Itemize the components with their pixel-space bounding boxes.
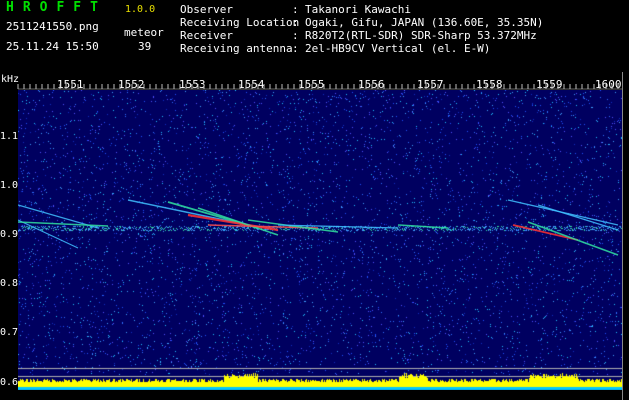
location-value: Ogaki, Gifu, JAPAN (136.60E, 35.35N) xyxy=(305,16,544,29)
spectrogram-plot xyxy=(18,90,622,390)
file-name: 2511241550.png xyxy=(6,20,99,33)
frequency-label: 0.8 xyxy=(0,278,19,290)
timestamp: 25.11.24 15:50 xyxy=(6,40,99,53)
observer-value: Takanori Kawachi xyxy=(305,3,411,16)
meteor-echo xyxy=(527,221,619,256)
meteor-count-label: meteor xyxy=(124,26,164,39)
header-panel: HROFFT 1.0.0 2511241550.png 25.11.24 15:… xyxy=(0,0,629,72)
frequency-axis: 1.1 1.0 0.9 0.8 0.7 0.6 xyxy=(0,90,18,400)
time-axis-ticks xyxy=(17,84,622,90)
plot-right-border xyxy=(622,72,623,400)
receiver-value: R820T2(RTL-SDR) SDR-Sharp 53.372MHz xyxy=(305,29,537,42)
meteor-echo xyxy=(537,204,619,231)
app-logo: HROFFT xyxy=(6,0,107,15)
observer-separator: : xyxy=(292,3,299,16)
receiver-label: Receiver xyxy=(180,29,233,42)
location-label: Receiving Location xyxy=(180,16,300,29)
receiver-separator: : xyxy=(292,29,299,42)
observer-label: Observer xyxy=(180,3,233,16)
antenna-value: 2el-HB9CV Vertical (el. E-W) xyxy=(305,42,491,55)
frequency-label: 0.7 xyxy=(0,327,19,339)
app-version: 1.0.0 xyxy=(125,4,156,15)
antenna-label: Receiving antenna xyxy=(180,42,293,55)
antenna-separator: : xyxy=(292,42,299,55)
meteor-count-value: 39 xyxy=(138,40,152,53)
frequency-label: 0.6 xyxy=(0,376,19,388)
location-separator: : xyxy=(292,16,299,29)
meteor-echo xyxy=(512,224,579,241)
frequency-label: 0.9 xyxy=(0,229,19,241)
frequency-label: 1.0 xyxy=(0,179,19,191)
frequency-label: 1.1 xyxy=(0,130,19,142)
meteor-echo xyxy=(197,207,279,236)
meteor-echo xyxy=(397,224,449,229)
meteor-echo xyxy=(18,221,109,227)
meteor-echo-traces xyxy=(18,199,619,256)
